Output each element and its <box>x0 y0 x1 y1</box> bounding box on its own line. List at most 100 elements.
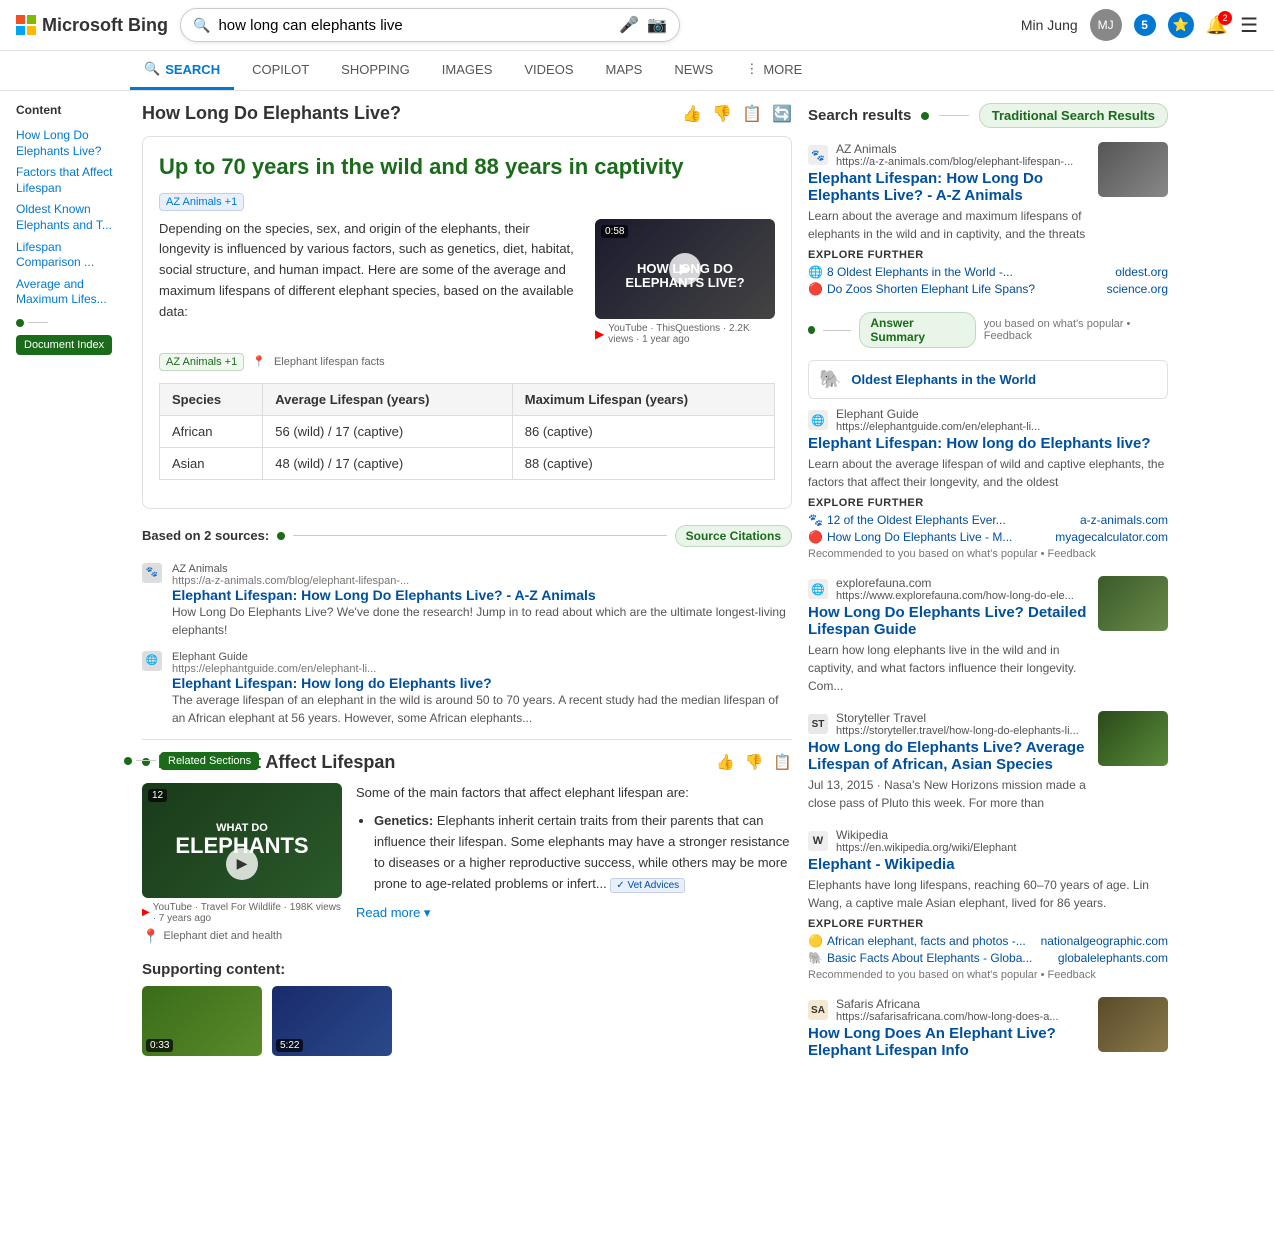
notification-icon[interactable]: 🔔 2 <box>1206 15 1228 36</box>
thumb-row: 0:33 5:22 <box>142 986 792 1056</box>
doc-index-button[interactable]: Document Index <box>16 335 112 355</box>
citation-title-2[interactable]: Elephant Lifespan: How long do Elephants… <box>172 675 792 691</box>
result-url-3: https://www.explorefauna.com/how-long-do… <box>836 590 1074 602</box>
search-input[interactable] <box>218 17 619 34</box>
species-african: African <box>160 415 263 447</box>
explore-link-row-5b: 🐘 Basic Facts About Elephants - Globa...… <box>808 951 1168 965</box>
citation-domain-2: Elephant Guide <box>172 651 792 663</box>
explore-link-5-1[interactable]: 🐘 Basic Facts About Elephants - Globa... <box>808 951 1032 965</box>
explore-source-1-0[interactable]: oldest.org <box>1115 265 1168 279</box>
video-thumbnail[interactable]: 0:58 HOW LONG DO ELEPHANTS LIVE? ▶ <box>595 219 775 319</box>
source-dot <box>277 532 285 540</box>
thumb-1[interactable]: 0:33 <box>142 986 262 1056</box>
search-bar[interactable]: 🔍 🎤 📷 <box>180 8 680 42</box>
toc-item-1[interactable]: Factors that Affect Lifespan <box>16 162 126 199</box>
source-citations-bar: Based on 2 sources: Source Citations <box>142 525 792 547</box>
section-body: 12 WHAT DO ELEPHANTS ▶ ▶ YouTube · Trave… <box>142 783 792 945</box>
reward-icon[interactable]: ⭐ <box>1168 12 1194 38</box>
search-icon: 🔍 <box>193 17 210 34</box>
tab-maps[interactable]: MAPS <box>592 52 657 90</box>
toc-item-0[interactable]: How Long Do Elephants Live? <box>16 125 126 162</box>
tab-images[interactable]: IMAGES <box>428 52 507 90</box>
toc-item-4[interactable]: Average and Maximum Lifes... <box>16 274 126 311</box>
tab-videos[interactable]: VIDEOS <box>510 52 587 90</box>
max-african: 86 (captive) <box>512 415 774 447</box>
section-video-thumb[interactable]: 12 WHAT DO ELEPHANTS ▶ <box>142 783 342 898</box>
oldest-card[interactable]: 🐘 Oldest Elephants in the World <box>808 360 1168 399</box>
answer-source-badge[interactable]: AZ Animals +1 <box>159 193 244 211</box>
refresh-icon[interactable]: 🔄 <box>772 104 792 124</box>
read-more-button[interactable]: Read more ▾ <box>356 903 792 924</box>
result-title-2[interactable]: Elephant Lifespan: How long do Elephants… <box>808 435 1168 452</box>
citation-icon-1: 🐾 <box>142 563 162 583</box>
explore-source-5-1[interactable]: globalelephants.com <box>1058 951 1168 965</box>
result-desc-4: Jul 13, 2015 · Nasa's New Horizons missi… <box>808 776 1088 812</box>
section-actions: 👍 👎 📋 <box>716 753 792 771</box>
tab-copilot[interactable]: COPILOT <box>238 52 323 90</box>
hamburger-menu[interactable]: ☰ <box>1240 13 1258 38</box>
bing-logo-text: Microsoft Bing <box>42 15 168 36</box>
tab-news[interactable]: NEWS <box>660 52 727 90</box>
tsr-badge: Traditional Search Results <box>979 103 1168 128</box>
thumbs-up-section[interactable]: 👍 <box>716 753 735 771</box>
result-title-4[interactable]: How Long do Elephants Live? Average Life… <box>808 739 1088 773</box>
bing-logo: Microsoft Bing <box>16 15 168 36</box>
notif-badge: 2 <box>1218 11 1232 25</box>
result-title-5[interactable]: Elephant - Wikipedia <box>808 856 1168 873</box>
result-title-3[interactable]: How Long Do Elephants Live? Detailed Lif… <box>808 604 1088 638</box>
answer-headline: Up to 70 years in the wild and 88 years … <box>159 153 775 182</box>
result-3: 🌐 explorefauna.com https://www.explorefa… <box>808 576 1168 695</box>
mic-icon[interactable]: 🎤 <box>619 15 639 35</box>
thumbs-down-section[interactable]: 👎 <box>745 753 764 771</box>
explore-link-1-1[interactable]: 🔴 Do Zoos Shorten Elephant Life Spans? <box>808 282 1035 296</box>
thumb-time-2: 5:22 <box>276 1039 303 1052</box>
camera-icon[interactable]: 📷 <box>647 15 667 35</box>
explore-source-1-1[interactable]: science.org <box>1107 282 1168 296</box>
result-domain-2: Elephant Guide <box>836 407 1040 421</box>
copy-section[interactable]: 📋 <box>773 753 792 771</box>
result-title-1[interactable]: Elephant Lifespan: How Long Do Elephants… <box>808 170 1088 204</box>
citation-2: 🌐 Elephant Guide https://elephantguide.c… <box>142 651 792 727</box>
explore-source-5-0[interactable]: nationalgeographic.com <box>1041 934 1168 948</box>
result-header-6: SA Safaris Africana https://safarisafric… <box>808 997 1088 1023</box>
toc-item-3[interactable]: Lifespan Comparison ... <box>16 237 126 274</box>
explore-source-2-1[interactable]: myagecalculator.com <box>1055 530 1168 544</box>
section-video: 12 WHAT DO ELEPHANTS ▶ ▶ YouTube · Trave… <box>142 783 342 945</box>
location-tag: Elephant lifespan facts <box>274 356 385 368</box>
result-header-5: W Wikipedia https://en.wikipedia.org/wik… <box>808 828 1168 854</box>
related-sections-badge: Related Sections <box>160 752 259 770</box>
result-thumb-3 <box>1098 576 1168 631</box>
tab-shopping[interactable]: SHOPPING <box>327 52 424 90</box>
source-chip[interactable]: AZ Animals +1 <box>159 353 244 371</box>
page-title-actions: 👍 👎 📋 🔄 <box>682 104 792 124</box>
max-asian: 88 (captive) <box>512 447 774 479</box>
toc-item-2[interactable]: Oldest Known Elephants and T... <box>16 199 126 236</box>
explore-link-1-0[interactable]: 🌐 8 Oldest Elephants in the World -... <box>808 265 1013 279</box>
explore-link-row-2a: 🐾 12 of the Oldest Elephants Ever... a-z… <box>808 513 1168 527</box>
explore-link-2-1[interactable]: 🔴 How Long Do Elephants Live - M... <box>808 530 1012 544</box>
tab-more[interactable]: ⋮ MORE <box>731 51 816 90</box>
result-title-6[interactable]: How Long Does An Elephant Live? Elephant… <box>808 1025 1088 1059</box>
citation-title-1[interactable]: Elephant Lifespan: How Long Do Elephants… <box>172 587 792 603</box>
result-header-2: 🌐 Elephant Guide https://elephantguide.c… <box>808 407 1168 433</box>
explore-link-2-0[interactable]: 🐾 12 of the Oldest Elephants Ever... <box>808 513 1006 527</box>
result-text-3: 🌐 explorefauna.com https://www.explorefa… <box>808 576 1088 695</box>
thumbs-down-icon[interactable]: 👎 <box>712 104 732 124</box>
lifespan-table: Species Average Lifespan (years) Maximum… <box>159 383 775 480</box>
citation-desc-1: How Long Do Elephants Live? We've done t… <box>172 603 792 639</box>
result-header-3: 🌐 explorefauna.com https://www.explorefa… <box>808 576 1088 602</box>
section-text: Some of the main factors that affect ele… <box>356 783 792 945</box>
explore-link-5-0[interactable]: 🟡 African elephant, facts and photos -..… <box>808 934 1026 948</box>
thumbs-up-icon[interactable]: 👍 <box>682 104 702 124</box>
copy-icon[interactable]: 📋 <box>742 104 762 124</box>
thumb-2[interactable]: 5:22 <box>272 986 392 1056</box>
explore-links-2: 🐾 12 of the Oldest Elephants Ever... a-z… <box>808 513 1168 544</box>
video-time: 0:58 <box>601 225 628 238</box>
col-max: Maximum Lifespan (years) <box>512 383 774 415</box>
explore-source-2-0[interactable]: a-z-animals.com <box>1080 513 1168 527</box>
oldest-card-icon: 🐘 <box>819 369 841 390</box>
tab-search[interactable]: 🔍 SEARCH <box>130 51 234 90</box>
search-icons: 🎤 📷 <box>619 15 667 35</box>
result-5: W Wikipedia https://en.wikipedia.org/wik… <box>808 828 1168 981</box>
result-thumb-1 <box>1098 142 1168 197</box>
